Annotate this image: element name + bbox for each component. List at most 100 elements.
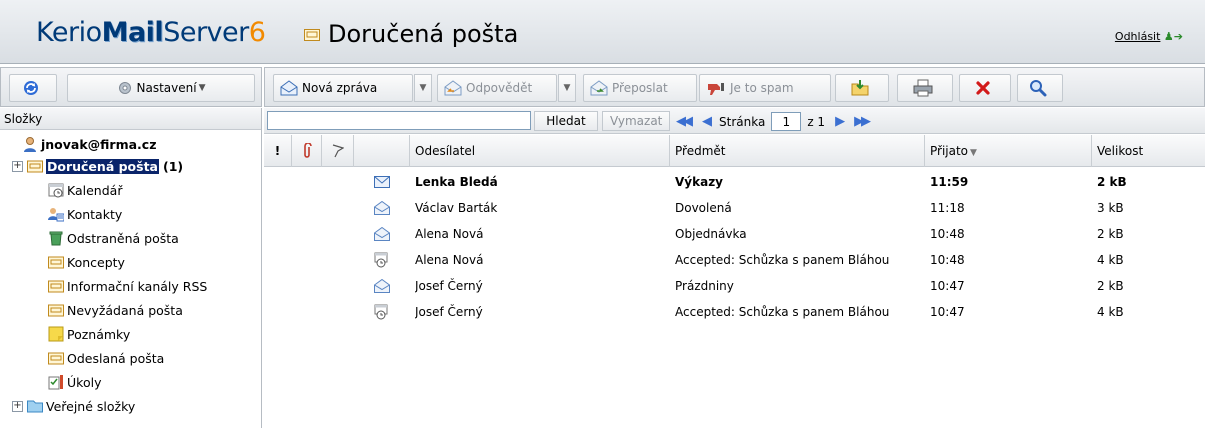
new-message-dropdown[interactable]: ▼	[414, 74, 432, 102]
print-button[interactable]	[897, 74, 953, 102]
attachment-icon	[303, 143, 312, 158]
search-bar: Hledat Vymazat ◀◀ ◀ Stránka z 1 ▶ ▶▶	[264, 108, 1205, 134]
message-received: 10:47	[930, 279, 965, 293]
message-row[interactable]: Václav Barták Dovolená 11:18 3 kB	[264, 195, 1205, 221]
folder-label-sent: Odeslaná pošta	[67, 350, 165, 366]
column-received[interactable]: Přijato ▼	[925, 135, 1092, 167]
folder-label-drafts: Koncepty	[67, 254, 125, 270]
spam-label: Je to spam	[730, 81, 794, 95]
folder-item-inbox[interactable]: + Doručená pošta (1)	[12, 154, 183, 178]
message-row[interactable]: Lenka Bledá Výkazy 11:59 2 kB	[264, 169, 1205, 195]
folder-item-drafts[interactable]: Koncepty	[48, 250, 125, 274]
column-subject[interactable]: Předmět	[670, 135, 925, 167]
new-message-button[interactable]: Nová zpráva	[273, 74, 413, 102]
column-type[interactable]	[354, 135, 410, 167]
inbox-folder-icon	[27, 158, 43, 174]
page-number-input[interactable]	[771, 112, 802, 131]
delete-x-icon	[976, 81, 990, 95]
column-flag[interactable]	[322, 135, 354, 167]
unread-count: (1)	[163, 158, 184, 174]
message-row[interactable]: Alena Nová Accepted: Schůzka s panem Bláh…	[264, 247, 1205, 273]
folder-item-contacts[interactable]: Kontakty	[48, 202, 122, 226]
folder-item-junk[interactable]: Nevyžádaná pošta	[48, 298, 183, 322]
logo-text-version: 6	[248, 17, 266, 48]
logout-link[interactable]: Odhlásit	[1115, 30, 1161, 43]
delete-button[interactable]	[959, 74, 1011, 102]
folder-item-notes[interactable]: Poznámky	[48, 322, 130, 346]
forward-button[interactable]: Přeposlat	[583, 74, 697, 102]
folder-item-sent[interactable]: Odeslaná pošta	[48, 346, 164, 370]
chevron-down-icon: ▼	[419, 83, 427, 93]
message-subject: Accepted: Schůzka s panem Bláhou	[675, 305, 890, 319]
message-size: 2 kB	[1097, 227, 1124, 241]
spam-button[interactable]: Je to spam	[699, 74, 831, 102]
column-attachment[interactable]	[292, 135, 322, 167]
reply-icon	[444, 80, 462, 96]
search-submit-button[interactable]: Hledat	[534, 111, 598, 131]
column-headers: ! Odesílatel Předmět Přijato ▼ Velikost	[264, 135, 1205, 167]
account-node[interactable]: jnovak@firma.cz	[22, 132, 157, 156]
message-sender: Alena Nová	[415, 227, 484, 241]
next-page-icon[interactable]: ▶	[835, 114, 845, 129]
search-button[interactable]	[1017, 74, 1063, 102]
folder-item-calendar[interactable]: Kalendář	[48, 178, 122, 202]
move-button[interactable]	[835, 74, 889, 102]
folder-label-contacts: Kontakty	[67, 206, 123, 222]
folder-icon	[48, 350, 64, 366]
message-received: 10:48	[930, 253, 965, 267]
public-folder-icon	[27, 398, 43, 414]
folder-label-deleted: Odstraněná pošta	[67, 230, 179, 246]
reply-button[interactable]: Odpovědět	[437, 74, 557, 102]
search-input[interactable]	[267, 111, 531, 130]
folder-label-tasks: Úkoly	[67, 374, 102, 390]
prev-page-icon[interactable]: ◀	[702, 114, 712, 129]
column-sender[interactable]: Odesílatel	[410, 135, 670, 167]
forward-label: Přeposlat	[612, 81, 668, 95]
user-icon	[22, 136, 38, 152]
logo-text-mail: Mail	[101, 17, 164, 48]
clear-search-button[interactable]: Vymazat	[602, 111, 670, 131]
sort-desc-icon: ▼	[970, 148, 977, 158]
message-received: 11:18	[930, 201, 965, 215]
message-sender: Josef Černý	[415, 305, 483, 319]
calendar-icon	[48, 182, 64, 198]
message-sender: Lenka Bledá	[415, 175, 498, 189]
logo-text-server: Server	[163, 17, 249, 48]
message-sender: Josef Černý	[415, 279, 483, 293]
envelope-open-icon	[354, 195, 410, 221]
message-row[interactable]: Josef Černý Prázdniny 10:47 2 kB	[264, 273, 1205, 299]
message-row[interactable]: Josef Černý Accepted: Schůzka s panem Blá…	[264, 299, 1205, 325]
message-list: ! Odesílatel Předmět Přijato ▼ Velikost L…	[264, 135, 1205, 428]
main-toolbar: Nová zpráva ▼ Odpovědět ▼ Přeposlat Je t…	[264, 67, 1205, 107]
message-row[interactable]: Alena Nová Objednávka 10:48 2 kB	[264, 221, 1205, 247]
settings-button[interactable]: Nastavení ▼	[67, 74, 255, 102]
expand-icon[interactable]: +	[12, 160, 23, 172]
message-subject: Výkazy	[675, 175, 723, 189]
folder-pane: Složky jnovak@firma.cz + Doručená pošta …	[0, 108, 262, 428]
chevron-down-icon: ▼	[563, 83, 571, 93]
refresh-button[interactable]	[9, 74, 57, 102]
settings-label: Nastavení	[136, 81, 197, 95]
envelope-open-icon	[354, 273, 410, 299]
logout[interactable]: Odhlásit ♟➔	[1115, 30, 1183, 43]
last-page-icon[interactable]: ▶▶	[854, 114, 871, 129]
expand-icon[interactable]: +	[12, 400, 23, 412]
folder-item-deleted[interactable]: Odstraněná pošta	[48, 226, 179, 250]
column-priority[interactable]: !	[264, 135, 292, 167]
folder-item-tasks[interactable]: Úkoly	[48, 370, 101, 394]
column-size[interactable]: Velikost	[1092, 135, 1205, 167]
folder-item-public[interactable]: + Veřejné složky	[12, 394, 135, 418]
folders-header: Složky	[0, 108, 261, 130]
folder-icon	[48, 254, 64, 270]
message-subject: Dovolená	[675, 201, 732, 215]
first-page-icon[interactable]: ◀◀	[676, 114, 693, 129]
message-subject: Objednávka	[675, 227, 747, 241]
folder-item-rss[interactable]: Informační kanály RSS	[48, 274, 207, 298]
logout-icon[interactable]: ♟➔	[1164, 30, 1183, 43]
chevron-down-icon: ▼	[198, 83, 206, 93]
tasks-icon	[48, 374, 64, 390]
message-size: 2 kB	[1097, 279, 1124, 293]
folder-label-rss: Informační kanály RSS	[67, 278, 208, 294]
reply-dropdown[interactable]: ▼	[558, 74, 576, 102]
folder-label-inbox: Doručená pošta	[46, 158, 159, 174]
